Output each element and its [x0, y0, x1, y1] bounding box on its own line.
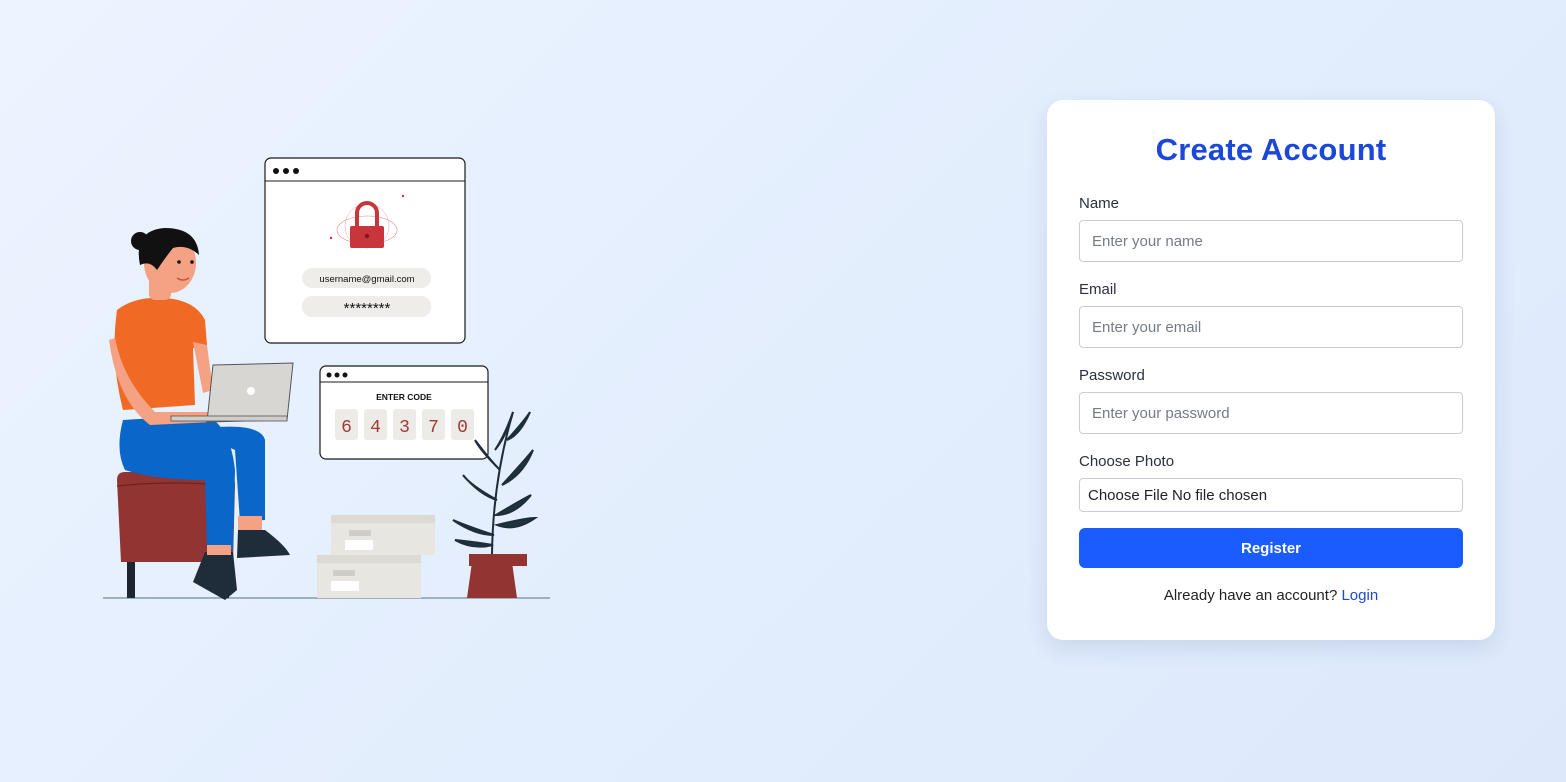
register-card: Create Account Name Email Password Choos… — [1047, 100, 1495, 640]
login-prompt-text: Already have an account? — [1163, 587, 1338, 604]
choose-file-button[interactable]: Choose File — [1088, 487, 1168, 504]
register-button[interactable]: Register — [1079, 528, 1463, 568]
password-label: Password — [1079, 367, 1145, 384]
storage-boxes — [317, 515, 435, 598]
code-digit: 6 — [341, 418, 352, 438]
code-digit: 7 — [428, 418, 439, 438]
person-laptop-illustration: username@gmail.com ******** ENTER CODE 6… — [103, 157, 550, 600]
login-prompt-line: Already have an account? Login — [1047, 587, 1495, 604]
code-digit: 4 — [370, 418, 381, 438]
name-input[interactable] — [1079, 220, 1463, 262]
code-title: ENTER CODE — [376, 392, 432, 402]
file-status-text: No file chosen — [1172, 486, 1268, 504]
illustration-password-mask: ******** — [344, 300, 391, 317]
photo-file-input[interactable]: Choose File No file chosen — [1079, 478, 1463, 512]
photo-label: Choose Photo — [1079, 453, 1175, 470]
login-window: username@gmail.com ******** — [264, 157, 466, 344]
illustration-email-text: username@gmail.com — [319, 274, 414, 285]
name-label: Name — [1079, 195, 1120, 212]
code-window: ENTER CODE 6 4 3 7 0 — [319, 365, 489, 460]
email-label: Email — [1079, 281, 1117, 298]
email-input[interactable] — [1079, 306, 1463, 348]
page-title: Create Account — [1155, 132, 1387, 167]
code-digit: 3 — [399, 418, 410, 438]
hero-illustration: username@gmail.com ******** ENTER CODE 6… — [95, 150, 565, 610]
code-digit: 0 — [457, 418, 468, 438]
login-link[interactable]: Login — [1341, 587, 1378, 604]
password-input[interactable] — [1079, 392, 1463, 434]
